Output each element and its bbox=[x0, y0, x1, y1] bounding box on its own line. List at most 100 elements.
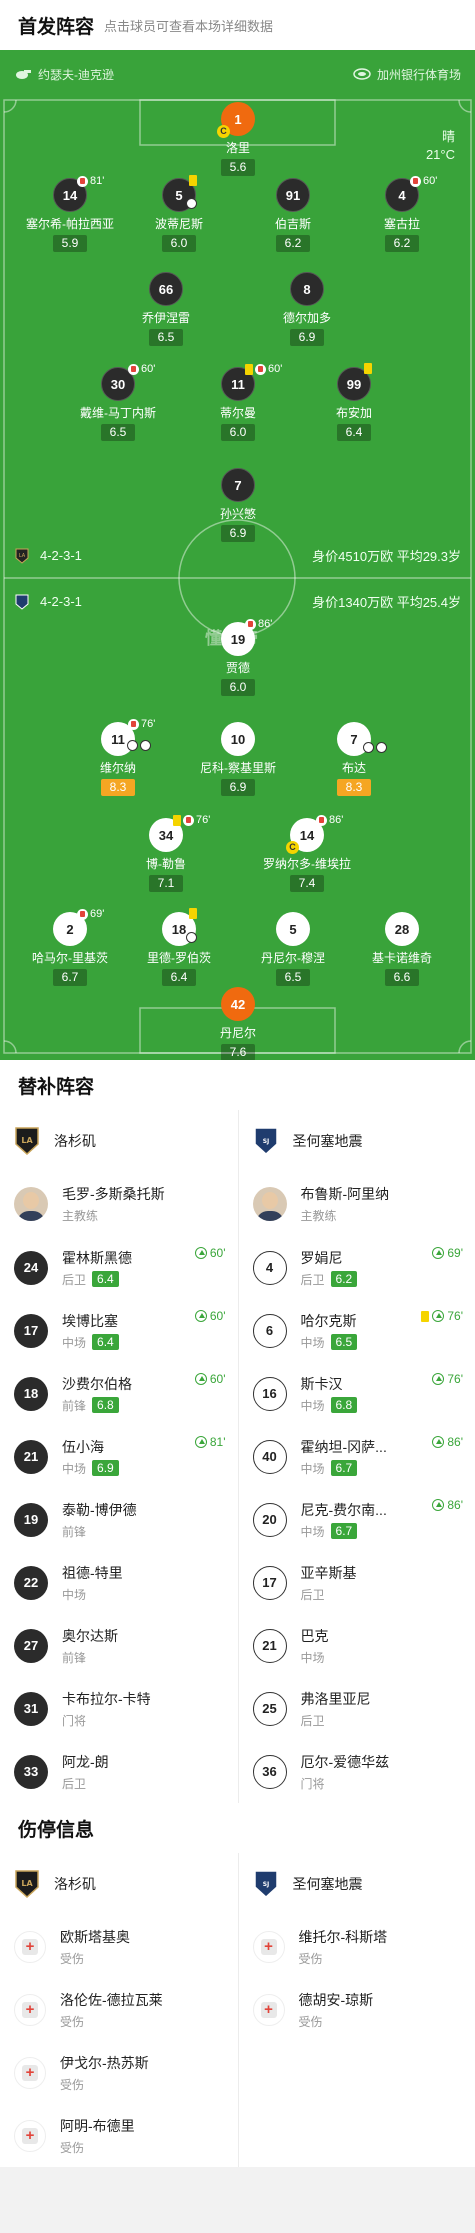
player-name: 阿龙-朗 bbox=[62, 1753, 109, 1770]
away-player-10[interactable]: 10 尼科-察基里斯 6.9 bbox=[183, 722, 293, 796]
sub-player-row[interactable]: 18 沙费尔伯格 前锋 6.8 60' bbox=[0, 1362, 238, 1425]
player-rating: 6.2 bbox=[276, 235, 310, 252]
injury-cross-icon: + bbox=[14, 2056, 46, 2089]
sub-in-time: 60' bbox=[194, 1309, 226, 1323]
coach-role: 主教练 bbox=[62, 1209, 99, 1223]
sub-out-event: 86' bbox=[316, 814, 343, 826]
sub-in-icon bbox=[432, 1373, 445, 1385]
sub-in-time: 86' bbox=[432, 1435, 463, 1449]
sub-player-row[interactable]: 20 尼克-费尔南... 中场 6.7 86' bbox=[239, 1488, 475, 1551]
player-rating: 6.9 bbox=[92, 1460, 119, 1476]
sub-in-icon bbox=[194, 1436, 207, 1448]
injured-player-row[interactable]: + 伊戈尔-热苏斯 受伤 bbox=[0, 2041, 238, 2104]
page-footer bbox=[0, 2167, 475, 2217]
away-coach[interactable]: 布鲁斯-阿里纳 主教练 bbox=[239, 1172, 475, 1236]
away-player-7[interactable]: 7 布达 8.3 bbox=[299, 722, 409, 796]
home-squad-value: 身价4510万欧 平均29.3岁 bbox=[312, 549, 461, 564]
away-player-28[interactable]: 28 基卡诺维奇 6.6 bbox=[347, 912, 457, 986]
away-player-2[interactable]: 2 哈马尔-里基茨 6.7 bbox=[15, 912, 125, 986]
home-player-66[interactable]: 66 乔伊涅雷 6.5 bbox=[111, 272, 221, 346]
home-player-30[interactable]: 30 戴维-马丁内斯 6.5 bbox=[63, 367, 173, 441]
player-name: 维托尔-科斯塔 bbox=[298, 1928, 388, 1945]
player-name: 丹尼尔 bbox=[219, 1026, 256, 1040]
sub-out-icon bbox=[255, 363, 266, 375]
sub-player-row[interactable]: 17 亚辛斯基 后卫 bbox=[239, 1551, 475, 1614]
away-player-19[interactable]: 19 贾德 6.0 bbox=[183, 622, 293, 696]
player-rating: 6.9 bbox=[290, 329, 324, 346]
sub-in-icon bbox=[194, 1247, 207, 1259]
away-subs-list: 4 罗娟尼 后卫 6.2 69' 6 哈尔克斯 中场 6.5 76' 16 斯卡汉 中场 6.… bbox=[239, 1236, 475, 1803]
sub-player-row[interactable]: 21 伍小海 中场 6.9 81' bbox=[0, 1425, 238, 1488]
player-meta: 后卫 6.4 bbox=[62, 1271, 132, 1288]
player-name: 尼克-费尔南... bbox=[300, 1501, 387, 1518]
player-name: 亚辛斯基 bbox=[300, 1564, 357, 1581]
injured-player-row[interactable]: + 维托尔-科斯塔 受伤 bbox=[239, 1915, 475, 1978]
player-position: 中场 bbox=[300, 1650, 325, 1665]
player-meta: 门将 bbox=[62, 1712, 151, 1729]
sub-player-row[interactable]: 6 哈尔克斯 中场 6.5 76' bbox=[239, 1299, 475, 1362]
home-subs: LA 洛杉矶 毛罗-多斯桑托斯 主教练 24 霍林斯黑德 后卫 6.4 60' 17 埃… bbox=[0, 1110, 238, 1803]
injured-player-row[interactable]: + 德胡安-琼斯 受伤 bbox=[239, 1978, 475, 2041]
injury-status: 受伤 bbox=[60, 2014, 85, 2029]
sub-player-row[interactable]: 19 泰勒-博伊德 前锋 bbox=[0, 1488, 238, 1551]
away-player-14[interactable]: 14 C 罗纳尔多-维埃拉 7.4 bbox=[252, 818, 362, 892]
sub-out-icon bbox=[128, 363, 139, 375]
player-position: 门将 bbox=[62, 1713, 87, 1728]
home-player-7[interactable]: 7 孙兴慜 6.9 bbox=[183, 468, 293, 542]
player-position: 前锋 bbox=[62, 1524, 87, 1539]
injured-player-row[interactable]: + 洛伦佐-德拉瓦莱 受伤 bbox=[0, 1978, 238, 2041]
sub-player-row[interactable]: 16 斯卡汉 中场 6.8 76' bbox=[239, 1362, 475, 1425]
player-number: 4 bbox=[252, 1250, 287, 1285]
referee-name: 约瑟夫-迪克逊 bbox=[38, 67, 114, 82]
sub-player-row[interactable]: 40 霍纳坦-冈萨... 中场 6.7 86' bbox=[239, 1425, 475, 1488]
away-player-42[interactable]: 42 丹尼尔 7.6 bbox=[183, 987, 293, 1060]
away-team-header: SJ 圣何塞地震 bbox=[239, 1853, 475, 1915]
player-rating: 5.9 bbox=[53, 235, 87, 252]
home-player-4[interactable]: 4 塞古拉 6.2 bbox=[347, 178, 457, 252]
player-meta: 中场 6.4 bbox=[62, 1334, 119, 1351]
home-player-8[interactable]: 8 德尔加多 6.9 bbox=[252, 272, 362, 346]
injury-status: 受伤 bbox=[60, 2077, 85, 2092]
home-player-14[interactable]: 14 塞尔希-帕拉西亚 5.9 bbox=[15, 178, 125, 252]
home-player-11[interactable]: 11 蒂尔曼 6.0 bbox=[183, 367, 293, 441]
sub-player-row[interactable]: 36 厄尔-爱德华兹 门将 bbox=[239, 1740, 475, 1803]
sub-player-row[interactable]: 4 罗娟尼 后卫 6.2 69' bbox=[239, 1236, 475, 1299]
home-player-1[interactable]: 1C 洛里 5.6 bbox=[183, 102, 293, 176]
home-coach[interactable]: 毛罗-多斯桑托斯 主教练 bbox=[0, 1172, 238, 1236]
injured-player-row[interactable]: + 阿明-布德里 受伤 bbox=[0, 2104, 238, 2167]
away-player-11[interactable]: 11 维尔纳 8.3 bbox=[63, 722, 173, 796]
player-position: 前锋 bbox=[62, 1650, 87, 1665]
away-player-34[interactable]: 34 博-勒鲁 7.1 bbox=[111, 818, 221, 892]
sub-player-row[interactable]: 22 祖德-特里 中场 bbox=[0, 1551, 238, 1614]
home-player-5[interactable]: 5 波蒂尼斯 6.0 bbox=[124, 178, 234, 252]
subs-columns: LA 洛杉矶 毛罗-多斯桑托斯 主教练 24 霍林斯黑德 后卫 6.4 60' 17 埃… bbox=[0, 1110, 475, 1803]
player-number: 19 bbox=[14, 1502, 48, 1537]
sub-out-icon bbox=[128, 718, 139, 730]
yellow-card-icon bbox=[245, 363, 253, 375]
goal-event bbox=[363, 742, 387, 753]
sub-player-row[interactable]: 33 阿龙-朗 后卫 bbox=[0, 1740, 238, 1803]
sub-player-row[interactable]: 24 霍林斯黑德 后卫 6.4 60' bbox=[0, 1236, 238, 1299]
subs-header: 替补阵容 bbox=[0, 1060, 475, 1110]
injured-player-row[interactable]: + 欧斯塔基奥 受伤 bbox=[0, 1915, 238, 1978]
sub-in-icon bbox=[432, 1499, 445, 1511]
sub-player-row[interactable]: 21 巴克 中场 bbox=[239, 1614, 475, 1677]
ball-icon bbox=[140, 740, 151, 751]
player-name: 伯吉斯 bbox=[274, 217, 311, 231]
sub-out-icon bbox=[183, 814, 194, 826]
sub-player-row[interactable]: 17 埃博比塞 中场 6.4 60' bbox=[0, 1299, 238, 1362]
injury-title: 伤停信息 bbox=[18, 1819, 95, 1841]
player-name: 巴克 bbox=[300, 1627, 329, 1644]
away-player-5[interactable]: 5 丹尼尔-穆涅 6.5 bbox=[238, 912, 348, 986]
home-player-99[interactable]: 99 布安加 6.4 bbox=[299, 367, 409, 441]
player-position: 中场 bbox=[300, 1461, 325, 1476]
player-name: 奥尔达斯 bbox=[62, 1627, 118, 1644]
away-player-18[interactable]: 18 里德-罗伯茨 6.4 bbox=[124, 912, 234, 986]
sub-player-row[interactable]: 31 卡布拉尔-卡特 门将 bbox=[0, 1677, 238, 1740]
sub-player-row[interactable]: 25 弗洛里亚尼 后卫 bbox=[239, 1677, 475, 1740]
lafc-crest-icon: LA bbox=[15, 548, 29, 564]
home-player-91[interactable]: 91 伯吉斯 6.2 bbox=[238, 178, 348, 252]
player-meta: 中场 bbox=[301, 1649, 329, 1666]
away-team-name: 圣何塞地震 bbox=[292, 1876, 363, 1892]
sub-player-row[interactable]: 27 奥尔达斯 前锋 bbox=[0, 1614, 238, 1677]
